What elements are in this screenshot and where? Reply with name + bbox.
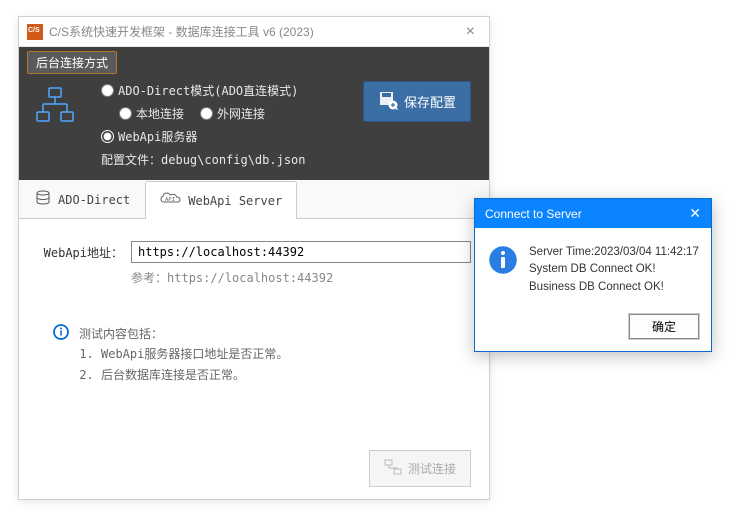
radio-ado-label: ADO-Direct模式(ADO直连模式) [118, 82, 298, 99]
dialog-titlebar: Connect to Server ✕ [475, 199, 711, 228]
test-connection-button[interactable]: 测试连接 [369, 450, 471, 487]
hint-url: https://localhost:44392 [167, 271, 333, 285]
window-close-button[interactable]: × [460, 23, 481, 41]
dialog-close-button[interactable]: ✕ [689, 205, 701, 222]
svg-text:C/S: C/S [28, 27, 40, 34]
tab-bar: ADO-Direct API WebApi Server [19, 180, 489, 219]
webapi-address-input[interactable] [131, 241, 471, 263]
radio-local-label: 本地连接 [136, 105, 184, 122]
main-window: C/S C/S系统快速开发框架 - 数据库连接工具 v6 (2023) × 后台… [18, 16, 490, 500]
note-title: 测试内容包括： [79, 324, 288, 344]
tab-webapi-label: WebApi Server [188, 194, 282, 208]
tab-webapi-server[interactable]: API WebApi Server [145, 181, 297, 219]
test-button-label: 测试连接 [408, 460, 456, 477]
config-file-path: debug\config\db.json [161, 153, 306, 167]
app-logo-icon: C/S [27, 24, 43, 40]
dialog-line-3: Business DB Connect OK! [529, 279, 699, 296]
api-icon: API [160, 192, 182, 209]
dialog-ok-button[interactable]: 确定 [629, 314, 699, 339]
titlebar: C/S C/S系统快速开发框架 - 数据库连接工具 v6 (2023) × [19, 17, 489, 47]
connect-result-dialog: Connect to Server ✕ Server Time:2023/03/… [474, 198, 712, 352]
connection-config-panel: 后台连接方式 ADO-Direct模式(ADO直连模式) [19, 47, 489, 180]
dialog-line-1: Server Time:2023/03/04 11:42:17 [529, 244, 699, 261]
info-icon [53, 324, 69, 385]
radio-external-label: 外网连接 [217, 105, 265, 122]
config-file-label: 配置文件： [101, 153, 161, 167]
tab-content: WebApi地址： 参考：https://localhost:44392 测试内… [19, 219, 489, 397]
note-item-1: WebApi服务器接口地址是否正常。 [101, 344, 288, 364]
webapi-address-label: WebApi地址： [37, 244, 131, 261]
dialog-title-text: Connect to Server [485, 207, 582, 221]
window-title: C/S系统快速开发框架 - 数据库连接工具 v6 (2023) [49, 23, 460, 40]
radio-external[interactable]: 外网连接 [200, 105, 265, 122]
tab-ado-label: ADO-Direct [58, 193, 130, 207]
dialog-line-2: System DB Connect OK! [529, 261, 699, 278]
hint-prefix: 参考： [131, 271, 167, 285]
database-icon [34, 189, 52, 210]
info-icon [487, 244, 519, 276]
save-button-label: 保存配置 [404, 92, 456, 111]
config-file-line: 配置文件：debug\config\db.json [101, 151, 477, 168]
dialog-message: Server Time:2023/03/04 11:42:17 System D… [529, 244, 699, 296]
tab-ado-direct[interactable]: ADO-Direct [19, 180, 145, 218]
radio-webapi-label: WebApi服务器 [118, 128, 197, 145]
svg-text:API: API [165, 197, 175, 203]
save-icon [378, 90, 398, 113]
radio-ado-direct[interactable]: ADO-Direct模式(ADO直连模式) [101, 82, 298, 99]
section-label: 后台连接方式 [27, 51, 117, 74]
note-item-2: 后台数据库连接是否正常。 [101, 365, 288, 385]
test-icon [384, 459, 402, 478]
test-note: 测试内容包括： WebApi服务器接口地址是否正常。 后台数据库连接是否正常。 [37, 324, 471, 385]
save-config-button[interactable]: 保存配置 [363, 81, 471, 122]
network-icon [31, 82, 79, 129]
radio-webapi[interactable]: WebApi服务器 [101, 128, 197, 145]
radio-local[interactable]: 本地连接 [119, 105, 184, 122]
webapi-hint: 参考：https://localhost:44392 [131, 269, 471, 286]
